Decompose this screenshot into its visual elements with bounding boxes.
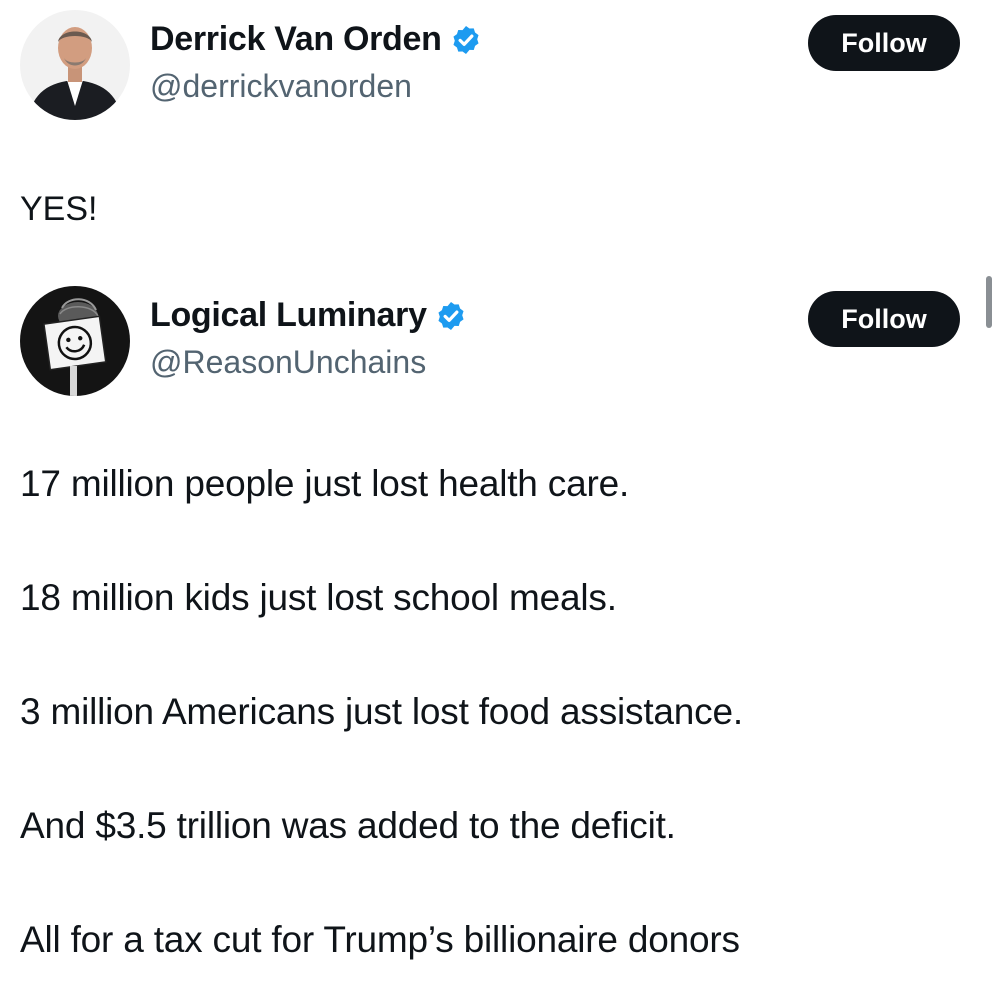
post-header: Derrick Van Orden @derrickvanorden Follo… (20, 10, 960, 120)
follow-button[interactable]: Follow (808, 15, 960, 71)
quoted-author-handle[interactable]: @ReasonUnchains (150, 344, 426, 381)
author-handle[interactable]: @derrickvanorden (150, 68, 412, 105)
quoted-text-line: All for a tax cut for Trump’s billionair… (20, 919, 740, 960)
quoted-text-line: 3 million Americans just lost food assis… (20, 691, 743, 732)
quoted-follow-button[interactable]: Follow (808, 291, 960, 347)
smiley-face-sign-avatar (20, 286, 130, 396)
scrollbar[interactable] (986, 276, 992, 328)
avatar[interactable] (20, 10, 130, 120)
quoted-text-line: And $3.5 trillion was added to the defic… (20, 805, 676, 846)
author-name-row: Derrick Van Orden (150, 20, 482, 59)
man-in-suit-avatar (20, 10, 130, 120)
verified-badge-icon[interactable] (435, 300, 467, 332)
verified-badge-icon[interactable] (450, 24, 482, 56)
quoted-post-header: Logical Luminary @ReasonUnchains Follow (20, 286, 960, 396)
avatar[interactable] (20, 286, 130, 396)
quoted-author-display-name[interactable]: Logical Luminary (150, 296, 427, 335)
post-text: YES! (20, 190, 98, 228)
quoted-text-line: 18 million kids just lost school meals. (20, 577, 617, 618)
quoted-author-name-row: Logical Luminary (150, 296, 467, 335)
quoted-text-line: 17 million people just lost health care. (20, 463, 630, 504)
author-display-name[interactable]: Derrick Van Orden (150, 20, 442, 59)
